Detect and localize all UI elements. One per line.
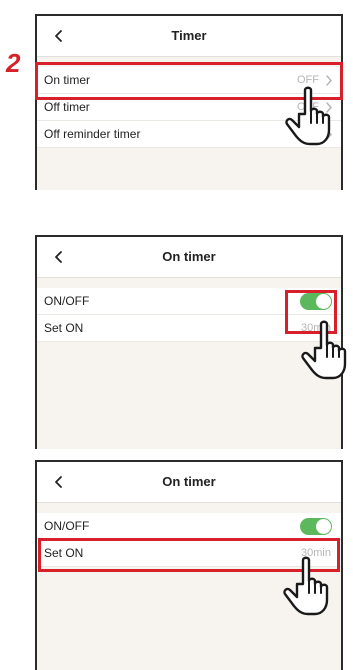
on-timer-screen: On timer ON/OFF Set ON 30min <box>35 235 343 449</box>
screen-header: Timer <box>37 16 341 57</box>
hand-pointer-icon <box>282 556 332 618</box>
step-number: 2 <box>6 48 21 78</box>
page-title: On timer <box>162 474 216 489</box>
row-label: Off timer <box>44 100 90 114</box>
page-title: Timer <box>171 28 207 43</box>
screen-header: On timer <box>37 462 341 503</box>
row-label: Set ON <box>44 321 84 335</box>
row-on-off: ON/OFF <box>37 513 341 540</box>
on-off-toggle[interactable] <box>300 518 332 535</box>
row-label: Set ON <box>44 546 84 560</box>
hand-pointer-icon <box>284 86 334 148</box>
on-off-toggle[interactable] <box>300 293 332 310</box>
row-set-on[interactable]: Set ON 30min <box>37 315 341 342</box>
row-label: On timer <box>44 73 91 87</box>
hand-pointer-icon <box>300 320 350 382</box>
toggle-knob <box>316 294 331 309</box>
row-label: ON/OFF <box>44 294 90 308</box>
screen-header: On timer <box>37 237 341 278</box>
toggle-knob <box>316 519 331 534</box>
row-label: ON/OFF <box>44 519 90 533</box>
page-title: On timer <box>162 249 216 264</box>
row-label: Off reminder timer <box>44 127 141 141</box>
chevron-right-icon <box>326 75 333 86</box>
row-on-off: ON/OFF <box>37 288 341 315</box>
row-value: OFF <box>297 74 319 86</box>
